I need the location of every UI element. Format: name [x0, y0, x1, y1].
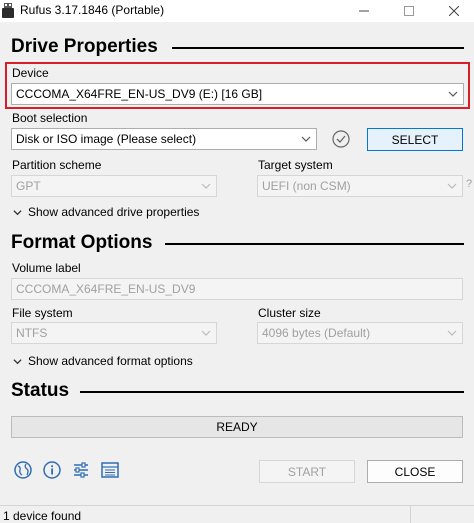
advanced-drive-properties-label: Show advanced drive properties: [28, 205, 200, 219]
chevron-down-icon: [201, 330, 211, 336]
progress-text: READY: [216, 420, 258, 434]
advanced-format-options-toggle[interactable]: Show advanced format options: [13, 354, 193, 368]
close-icon: [449, 6, 459, 16]
file-system-label: File system: [12, 306, 73, 320]
volume-label-value: CCCOMA_X64FRE_EN-US_DV9: [16, 282, 196, 296]
advanced-drive-properties-toggle[interactable]: Show advanced drive properties: [13, 205, 199, 219]
chevron-down-icon: [447, 183, 457, 189]
chevron-down-icon: [201, 183, 211, 189]
globe-icon[interactable]: [13, 460, 33, 480]
maximize-icon: [404, 6, 414, 16]
close-window-button[interactable]: [434, 0, 474, 22]
chevron-down-icon: [447, 330, 457, 336]
boot-selection-dropdown[interactable]: Disk or ISO image (Please select): [11, 128, 317, 150]
info-icon[interactable]: [42, 460, 62, 480]
cluster-size-label: Cluster size: [258, 306, 321, 320]
cluster-size-value: 4096 bytes (Default): [262, 326, 371, 340]
drive-properties-heading: Drive Properties: [11, 36, 158, 57]
target-system-value: UEFI (non CSM): [262, 179, 351, 193]
chevron-down-icon: [301, 136, 311, 142]
device-value: CCCOMA_X64FRE_EN-US_DV9 (E:) [16 GB]: [16, 87, 263, 101]
boot-selection-label: Boot selection: [12, 111, 88, 125]
title-bar: Rufus 3.17.1846 (Portable): [0, 0, 474, 22]
file-system-dropdown[interactable]: NTFS: [11, 322, 217, 344]
target-system-help[interactable]: ?: [466, 178, 472, 190]
section-divider: [172, 47, 464, 49]
status-progress-bar: READY: [11, 416, 463, 438]
advanced-format-options-label: Show advanced format options: [28, 354, 193, 368]
target-system-label: Target system: [258, 158, 333, 172]
device-label: Device: [12, 66, 49, 80]
settings-sliders-icon[interactable]: [71, 460, 91, 480]
status-heading: Status: [11, 380, 70, 401]
cluster-size-dropdown[interactable]: 4096 bytes (Default): [257, 322, 463, 344]
volume-label-input[interactable]: CCCOMA_X64FRE_EN-US_DV9: [11, 278, 463, 300]
verify-checkmark-icon[interactable]: [331, 129, 351, 149]
section-divider: [165, 243, 464, 245]
status-bar-divider: [410, 506, 411, 523]
partition-scheme-value: GPT: [16, 179, 41, 193]
partition-scheme-label: Partition scheme: [12, 158, 102, 172]
maximize-button[interactable]: [389, 0, 429, 22]
partition-scheme-dropdown[interactable]: GPT: [11, 175, 217, 197]
status-bar-text: 1 device found: [3, 509, 82, 523]
file-system-value: NTFS: [16, 326, 48, 340]
minimize-button[interactable]: [344, 0, 384, 22]
volume-label-label: Volume label: [12, 261, 81, 275]
device-dropdown[interactable]: CCCOMA_X64FRE_EN-US_DV9 (E:) [16 GB]: [11, 83, 464, 105]
chevron-down-icon: [448, 91, 458, 97]
format-options-heading: Format Options: [11, 232, 153, 253]
select-button[interactable]: SELECT: [367, 128, 463, 151]
start-button[interactable]: START: [259, 460, 355, 483]
window-title: Rufus 3.17.1846 (Portable): [20, 3, 165, 17]
target-system-dropdown[interactable]: UEFI (non CSM): [257, 175, 463, 197]
minimize-icon: [359, 10, 369, 12]
log-icon[interactable]: [100, 460, 120, 480]
section-divider: [80, 391, 464, 393]
close-button[interactable]: CLOSE: [367, 460, 463, 483]
chevron-down-icon: [13, 209, 22, 215]
chevron-down-icon: [13, 358, 22, 364]
status-bar: 1 device found: [0, 505, 474, 523]
boot-selection-value: Disk or ISO image (Please select): [16, 132, 197, 146]
rufus-app-icon: [2, 3, 14, 18]
